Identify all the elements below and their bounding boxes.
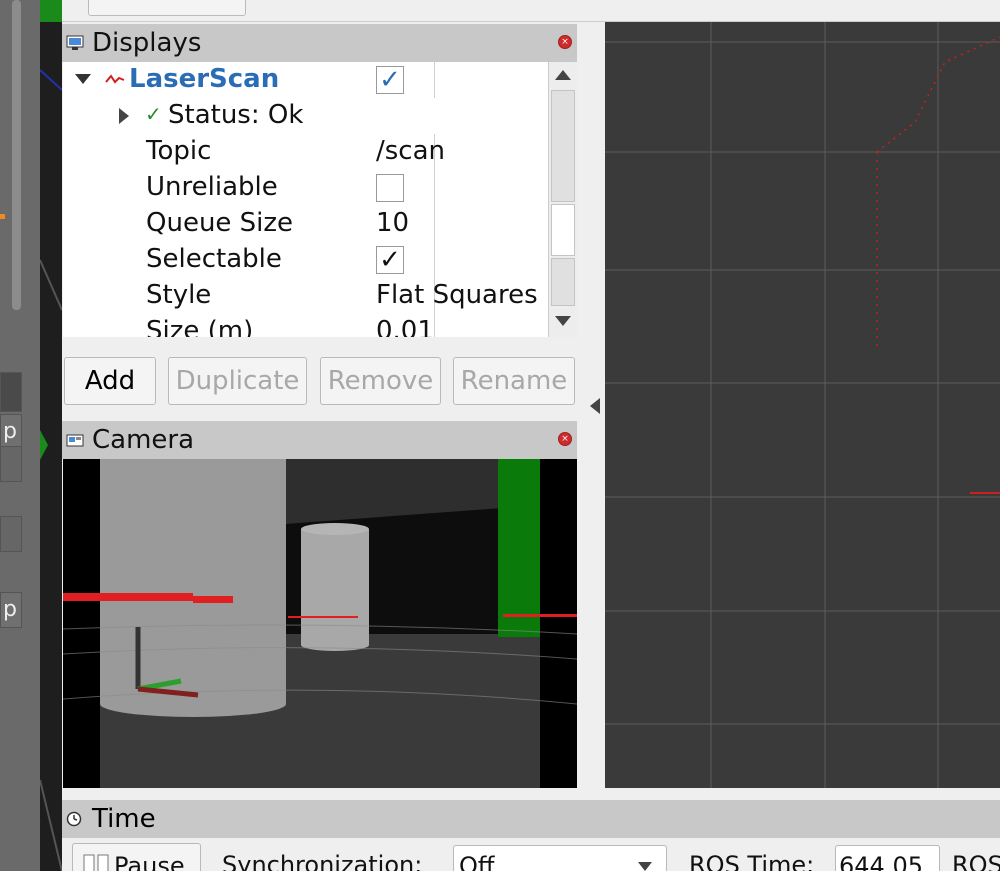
tree-row-size[interactable]: Size (m) 0.01 [63, 314, 548, 337]
sync-label: Synchronization: [222, 851, 423, 871]
ros-time-value: 644.05 [839, 852, 923, 871]
left-panel-button-1[interactable]: p [0, 414, 22, 450]
expand-arrow-icon[interactable] [119, 108, 129, 124]
camera-view[interactable] [63, 459, 577, 788]
grid-render [605, 22, 1000, 788]
chevron-down-icon [638, 862, 652, 871]
camera-render [63, 459, 577, 788]
toolbar-button[interactable] [88, 0, 246, 16]
left-panel-block [0, 372, 22, 412]
pause-label: Pause [114, 852, 185, 871]
left-scrollbar[interactable] [12, 0, 21, 310]
selectable-label: Selectable [146, 244, 282, 274]
style-label: Style [146, 280, 212, 310]
rename-button[interactable]: Rename [453, 357, 575, 405]
tree-row-queue-size[interactable]: Queue Size 10 [63, 206, 548, 242]
pause-button[interactable]: Pause [72, 843, 201, 871]
size-label: Size (m) [146, 316, 254, 337]
displays-scrollbar[interactable] [548, 62, 577, 337]
unreliable-label: Unreliable [146, 172, 278, 202]
left-panel-block-3 [0, 516, 22, 552]
pause-icon [83, 854, 109, 871]
left-3d-view-edge [40, 0, 62, 871]
displays-panel-header: Displays × [62, 24, 577, 62]
queue-size-value[interactable]: 10 [376, 208, 409, 238]
status-ok-icon: ✓ [145, 102, 162, 126]
ros-time-label: ROS Time: [689, 851, 815, 871]
camera-title: Camera [92, 425, 195, 455]
ros-label-2: ROS [952, 851, 1000, 871]
ros-time-field[interactable]: 644.05 [835, 845, 940, 871]
left-panel-button-2[interactable]: p [0, 592, 22, 628]
time-controls: Pause Synchronization: Off ROS Time: 644… [62, 838, 1000, 871]
laserscan-enable-checkbox[interactable]: ✓ [376, 66, 404, 94]
displays-title: Displays [92, 28, 202, 58]
splitter[interactable] [62, 337, 577, 355]
laserscan-icon [105, 74, 125, 84]
tree-row-selectable[interactable]: Selectable ✓ [63, 242, 548, 278]
tree-row-laserscan[interactable]: LaserScan ✓ [63, 62, 548, 98]
size-value[interactable]: 0.01 [376, 316, 434, 337]
displays-close-icon[interactable]: × [558, 35, 572, 49]
monitor-icon [66, 35, 84, 50]
clock-icon [66, 811, 82, 827]
scroll-track-upper [551, 90, 575, 202]
style-value[interactable]: Flat Squares [376, 280, 538, 310]
displays-tree: LaserScan ✓ ✓ Status: Ok Topic /scan Unr… [63, 62, 548, 337]
selectable-checkbox[interactable]: ✓ [376, 246, 404, 274]
sync-value: Off [459, 852, 495, 871]
time-panel-header: Time [62, 800, 1000, 838]
collapse-arrow-icon[interactable] [75, 74, 91, 86]
left-panel-block-2 [0, 446, 22, 482]
top-toolbar [62, 0, 1000, 22]
collapse-left-icon[interactable] [590, 398, 602, 414]
time-title: Time [92, 804, 156, 834]
add-button[interactable]: Add [64, 357, 156, 405]
duplicate-button[interactable]: Duplicate [168, 357, 307, 405]
tree-row-style[interactable]: Style Flat Squares [63, 278, 548, 314]
edge-lines [40, 69, 62, 871]
scroll-up-icon[interactable] [555, 70, 571, 80]
scroll-track-lower [551, 258, 575, 306]
status-label: Status: Ok [168, 100, 304, 130]
left-dock-strip: p p [0, 0, 40, 871]
tree-row-topic[interactable]: Topic /scan [63, 134, 548, 170]
scroll-thumb[interactable] [551, 204, 575, 256]
topic-value[interactable]: /scan [376, 136, 445, 166]
tree-row-unreliable[interactable]: Unreliable [63, 170, 548, 206]
orange-dot [0, 214, 5, 219]
scroll-down-icon[interactable] [555, 316, 571, 326]
camera-panel-header: Camera × [62, 421, 577, 459]
queue-size-label: Queue Size [146, 208, 294, 238]
unreliable-checkbox[interactable] [376, 174, 404, 202]
tree-row-status[interactable]: ✓ Status: Ok [63, 98, 548, 134]
remove-button[interactable]: Remove [320, 357, 441, 405]
render-3d-view[interactable] [605, 22, 1000, 788]
camera-icon [66, 434, 84, 447]
camera-close-icon[interactable]: × [558, 432, 572, 446]
topic-label: Topic [146, 136, 212, 166]
sync-select[interactable]: Off [453, 845, 667, 871]
laserscan-label: LaserScan [129, 64, 280, 94]
